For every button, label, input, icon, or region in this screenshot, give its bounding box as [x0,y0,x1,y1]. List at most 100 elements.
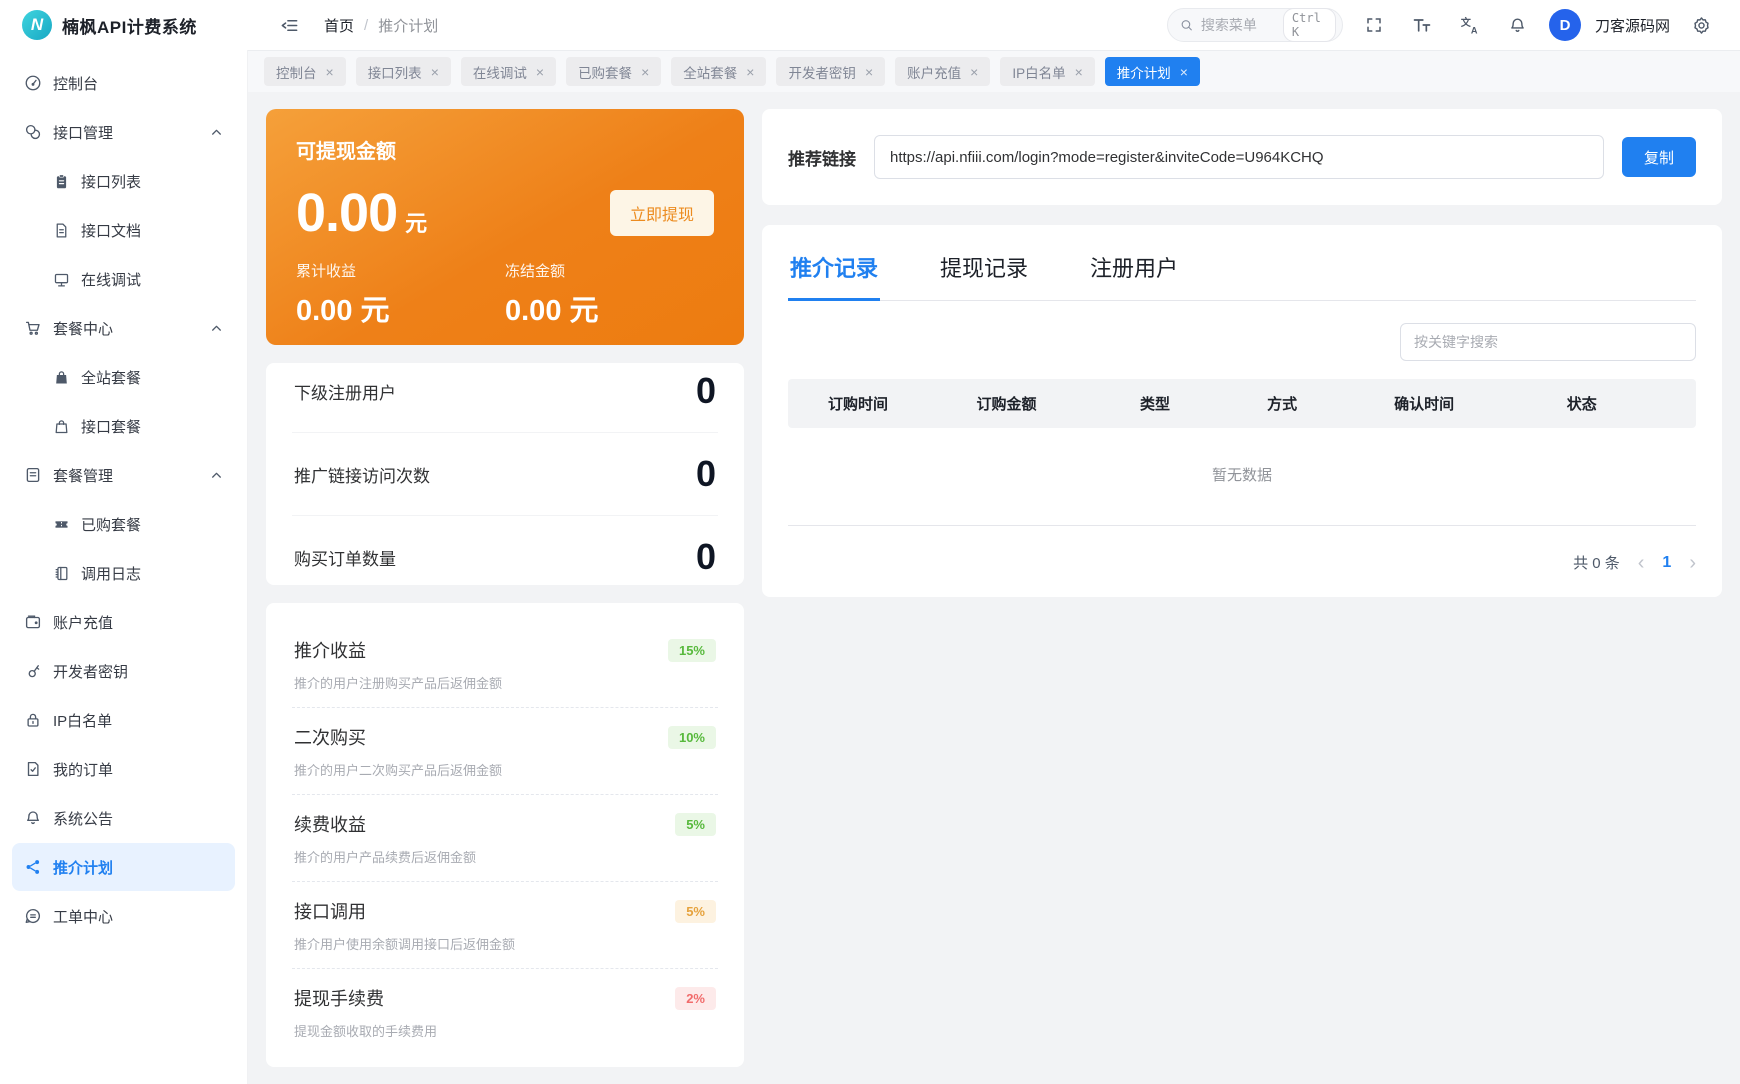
app-logo-icon: N [22,10,52,40]
breadcrumb-home[interactable]: 首页 [324,15,354,36]
sidebar-item-api-docs[interactable]: 接口文档 [12,206,235,254]
sidebar-item-label: 工单中心 [53,906,113,927]
frozen-amount-value: 0.00 元 [505,287,714,329]
notification-bell-icon[interactable] [1501,8,1535,42]
empty-row: 暂无数据 [788,428,1696,526]
copy-button[interactable]: 复制 [1622,137,1696,177]
stat-label: 购买订单数量 [294,545,396,570]
referral-link-card: 推荐链接 复制 [762,109,1722,205]
sidebar-item-label: 开发者密钥 [53,661,128,682]
tab-registered-users[interactable]: 注册用户 [1088,247,1180,301]
close-icon[interactable]: × [1180,65,1188,79]
sidebar-item-label: 控制台 [53,73,98,94]
sidebar-item-label: 接口文档 [81,220,141,241]
referral-link-input[interactable] [874,135,1604,179]
sidebar-group-api-management[interactable]: 接口管理 [12,108,235,156]
sidebar-item-api-packages[interactable]: 接口套餐 [12,402,235,450]
close-icon[interactable]: × [970,65,978,79]
share-icon [24,858,42,876]
commission-description: 提现金额收取的手续费用 [294,1021,716,1040]
sidebar-item-ip-whitelist[interactable]: IP白名单 [12,696,235,744]
frozen-amount-label: 冻结金额 [505,260,714,281]
tab-chip-label: 在线调试 [473,62,527,82]
list-icon [24,466,42,484]
rate-badge: 5% [675,813,716,836]
tab-chip-ip-whitelist[interactable]: IP白名单× [1000,57,1094,86]
global-search[interactable]: Ctrl K [1167,8,1343,42]
fullscreen-icon[interactable] [1357,8,1391,42]
currency-unit: 元 [405,211,427,236]
app-title: 楠枫API计费系统 [62,13,197,38]
sidebar-item-online-debug[interactable]: 在线调试 [12,255,235,303]
commission-title: 提现手续费 [294,985,384,1011]
sidebar-item-purchased-packages[interactable]: 已购套餐 [12,500,235,548]
close-icon[interactable]: × [641,65,649,79]
sidebar-item-site-packages[interactable]: 全站套餐 [12,353,235,401]
tab-chip-label: 推介计划 [1117,62,1171,82]
search-input[interactable] [1201,17,1275,33]
sidebar-item-label: 推介计划 [53,857,113,878]
sidebar-group-package-management[interactable]: 套餐管理 [12,451,235,499]
tab-chip-dashboard[interactable]: 控制台× [264,57,346,86]
bell-icon [24,809,42,827]
close-icon[interactable]: × [326,65,334,79]
sidebar-item-label: 系统公告 [53,808,113,829]
sidebar-item-label: 调用日志 [81,563,141,584]
empty-state-text: 暂无数据 [788,428,1696,526]
keyword-search-input[interactable] [1400,323,1696,361]
sidebar-group-label: 套餐中心 [53,318,113,339]
tab-chip-online-debug[interactable]: 在线调试 × [461,57,556,86]
sidebar-item-referral-program[interactable]: 推介计划 [12,843,235,891]
pagination-page-1[interactable]: 1 [1662,554,1671,572]
tab-chip-purchased-packages[interactable]: 已购套餐× [566,57,661,86]
close-icon[interactable]: × [865,65,873,79]
sidebar-item-dashboard[interactable]: 控制台 [12,59,235,107]
tab-chip-account-recharge[interactable]: 账户充值 × [895,57,990,86]
tab-chip-referral-program[interactable]: 推介计划 × [1105,57,1200,86]
search-icon [1180,17,1193,33]
close-icon[interactable]: × [1075,65,1083,79]
font-size-icon[interactable] [1405,8,1439,42]
translate-icon[interactable]: 文 A [1453,8,1487,42]
menu-fold-icon[interactable] [272,8,306,42]
commission-description: 推介的用户注册购买产品后返佣金额 [294,673,716,692]
top-header: N 楠枫API计费系统 首页 / 推介计划 Ctrl K [0,0,1740,50]
stat-row-link-visits: 推广链接访问次数 0 [292,432,718,515]
close-icon[interactable]: × [536,65,544,79]
sidebar-item-call-logs[interactable]: 调用日志 [12,549,235,597]
tab-chip-developer-keys[interactable]: 开发者密钥 × [776,57,885,86]
sidebar-item-account-recharge[interactable]: 账户充值 [12,598,235,646]
user-name[interactable]: 刀客源码网 [1595,15,1670,36]
sidebar-item-my-orders[interactable]: 我的订单 [12,745,235,793]
app-window: N 楠枫API计费系统 首页 / 推介计划 Ctrl K [0,0,1740,1084]
sidebar-item-label: 接口列表 [81,171,141,192]
tab-chip-label: 账户充值 [907,62,961,82]
close-icon[interactable]: × [431,65,439,79]
tab-chip-label: 开发者密钥 [788,62,856,82]
stat-row-registered-users: 下级注册用户 0 [292,350,718,432]
column-order-amount: 订购金额 [961,379,1124,428]
pagination-prev-icon[interactable]: ‹ [1638,553,1645,573]
tab-withdraw-records[interactable]: 提现记录 [938,247,1030,301]
tab-referral-records[interactable]: 推介记录 [788,247,880,301]
sidebar-item-developer-keys[interactable]: 开发者密钥 [12,647,235,695]
tab-chip-api-list[interactable]: 接口列表× [356,57,451,86]
close-icon[interactable]: × [746,65,754,79]
pagination-next-icon[interactable]: › [1689,553,1696,573]
order-check-icon [24,760,42,778]
sidebar-item-label: IP白名单 [53,710,112,731]
sidebar-group-package-center[interactable]: 套餐中心 [12,304,235,352]
clipboard-icon [52,172,70,190]
referral-overview-card: 下级注册用户 0 推广链接访问次数 0 购买订单数量 0 [266,363,744,585]
withdraw-now-button[interactable]: 立即提现 [610,190,714,236]
sidebar-item-label: 在线调试 [81,269,141,290]
sidebar-item-api-list[interactable]: 接口列表 [12,157,235,205]
tab-chip-site-packages[interactable]: 全站套餐× [671,57,766,86]
settings-gear-icon[interactable] [1684,8,1718,42]
sidebar-item-system-announcements[interactable]: 系统公告 [12,794,235,842]
monitor-icon [52,270,70,288]
withdraw-card-title: 可提现金额 [296,135,714,164]
user-avatar[interactable]: D [1549,9,1581,41]
sidebar-item-label: 我的订单 [53,759,113,780]
sidebar-item-ticket-center[interactable]: 工单中心 [12,892,235,940]
